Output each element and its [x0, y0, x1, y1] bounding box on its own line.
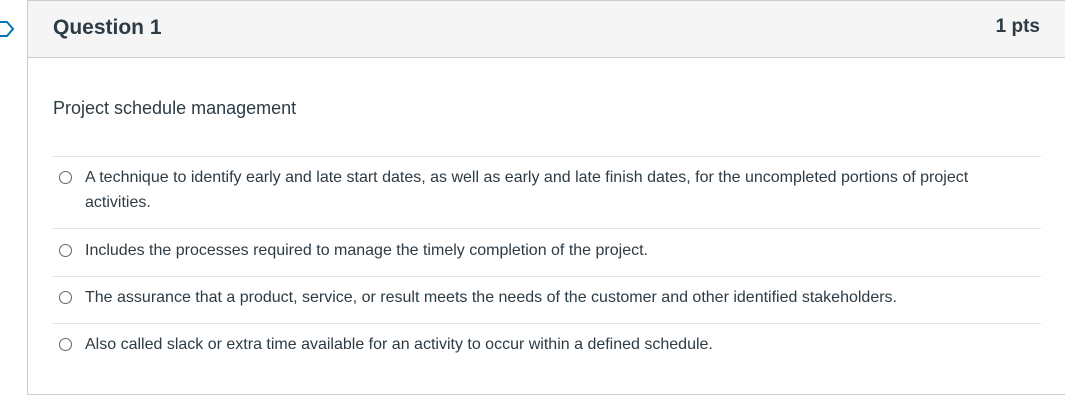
- answer-label[interactable]: Includes the processes required to manag…: [85, 238, 1041, 263]
- quiz-page: Question 1 1 pts Project schedule manage…: [0, 0, 1065, 402]
- radio-button[interactable]: [59, 244, 72, 257]
- answer-list: A technique to identify early and late s…: [53, 156, 1041, 368]
- answer-option[interactable]: Also called slack or extra time availabl…: [53, 323, 1041, 368]
- answer-label[interactable]: The assurance that a product, service, o…: [85, 285, 1041, 310]
- question-title: Question 1: [53, 16, 162, 39]
- flag-question-icon[interactable]: [0, 19, 16, 39]
- answer-option[interactable]: The assurance that a product, service, o…: [53, 276, 1041, 323]
- question-card: Question 1 1 pts Project schedule manage…: [27, 0, 1065, 395]
- answer-option[interactable]: Includes the processes required to manag…: [53, 228, 1041, 276]
- question-points: 1 pts: [995, 16, 1040, 37]
- radio-button[interactable]: [59, 291, 72, 304]
- question-text: Project schedule management: [53, 98, 297, 118]
- answer-label[interactable]: A technique to identify early and late s…: [85, 165, 1041, 215]
- radio-button[interactable]: [59, 171, 72, 184]
- radio-button[interactable]: [59, 338, 72, 351]
- answer-option[interactable]: A technique to identify early and late s…: [53, 156, 1041, 228]
- question-header: Question 1 1 pts: [28, 1, 1065, 58]
- answer-label[interactable]: Also called slack or extra time availabl…: [85, 332, 1041, 357]
